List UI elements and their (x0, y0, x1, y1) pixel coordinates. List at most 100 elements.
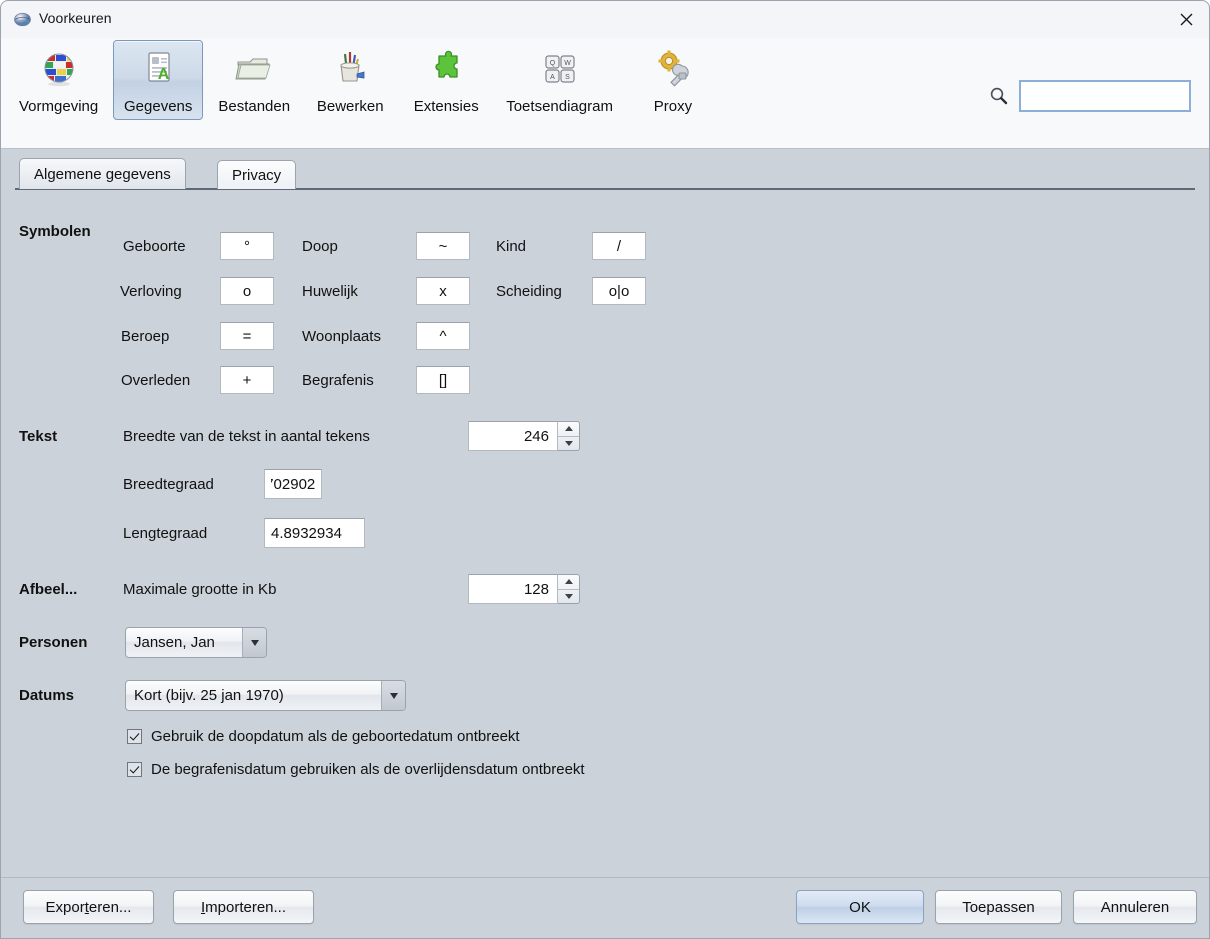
toolbar-item-proxy[interactable]: Proxy (628, 40, 718, 120)
section-label-tekst: Tekst (19, 428, 58, 445)
cancel-button-label: Annuleren (1100, 898, 1170, 916)
close-icon[interactable] (1163, 1, 1209, 37)
export-button-label: Exporteren... (45, 898, 132, 916)
toolbar-item-bestanden[interactable]: Bestanden (209, 40, 299, 120)
label-lengtegraad: Lengtegraad (123, 525, 208, 542)
gear-wrench-icon (651, 47, 695, 91)
toolbar-item-label: Vormgeving (19, 98, 99, 115)
spinner-up-icon[interactable] (558, 422, 579, 437)
label-scheiding: Scheiding (496, 283, 562, 300)
section-label-datums: Datums (19, 687, 75, 704)
export-button[interactable]: Exporteren... (23, 890, 154, 924)
toolbar-item-label: Proxy (653, 98, 693, 115)
tab-algemene-gegevens[interactable]: Algemene gegevens (19, 158, 186, 189)
dropdown-datums[interactable]: Kort (bijv. 25 jan 1970) (125, 680, 406, 711)
spinner-down-icon[interactable] (558, 590, 579, 604)
field-lengtegraad[interactable] (264, 518, 365, 548)
field-verloving[interactable] (220, 277, 274, 305)
toolbar-item-label: Toetsendiagram (506, 98, 613, 115)
toolbar-item-label: Gegevens (124, 98, 193, 115)
checkbox-icon[interactable] (127, 729, 142, 744)
field-huwelijk[interactable] (416, 277, 470, 305)
dropdown-personen-value: Jansen, Jan (134, 634, 215, 651)
pencil-cup-icon (328, 47, 372, 91)
section-label-personen: Personen (19, 634, 88, 651)
chevron-down-icon[interactable] (242, 628, 266, 657)
field-beroep[interactable] (220, 322, 274, 350)
flags-globe-icon (37, 47, 81, 91)
label-breedte-tekst: Breedte van de tekst in aantal tekens (123, 428, 370, 445)
toolbar: Vormgeving A Gegevens Bestanden Bewerken… (1, 38, 1209, 149)
toolbar-item-label: Bestanden (218, 98, 291, 115)
search-icon[interactable] (989, 86, 1009, 106)
cancel-button[interactable]: Annuleren (1073, 890, 1197, 924)
toolbar-item-vormgeving[interactable]: Vormgeving (10, 40, 107, 120)
field-geboorte[interactable] (220, 232, 274, 260)
apply-button[interactable]: Toepassen (935, 890, 1062, 924)
label-huwelijk: Huwelijk (302, 283, 358, 300)
spinner-up-icon[interactable] (558, 575, 579, 590)
dropdown-personen[interactable]: Jansen, Jan (125, 627, 267, 658)
label-verloving: Verloving (120, 283, 182, 300)
section-label-afbeeldingen: Afbeel... (19, 581, 78, 598)
globe-icon (14, 11, 31, 28)
toolbar-item-bewerken[interactable]: Bewerken (305, 40, 395, 120)
field-woonplaats[interactable] (416, 322, 470, 350)
field-breedte-tekst[interactable] (468, 421, 558, 451)
toolbar-item-label: Extensies (413, 98, 479, 115)
label-kind: Kind (496, 238, 527, 255)
chevron-down-icon[interactable] (381, 681, 405, 710)
field-begrafenis[interactable] (416, 366, 470, 394)
titlebar: Voorkeuren (1, 1, 1209, 39)
field-overleden[interactable] (220, 366, 274, 394)
checkbox-label: Gebruik de doopdatum als de geboortedatu… (151, 728, 520, 745)
toolbar-item-gegevens[interactable]: A Gegevens (113, 40, 204, 120)
spinner-breedte-tekst[interactable] (558, 421, 580, 451)
svg-text:S: S (565, 74, 570, 81)
field-doop[interactable] (416, 232, 470, 260)
checkbox-doopdatum[interactable]: Gebruik de doopdatum als de geboortedatu… (127, 728, 520, 745)
apply-button-label: Toepassen (962, 898, 1035, 916)
checkbox-begrafenisdatum[interactable]: De begrafenisdatum gebruiken als de over… (127, 761, 585, 778)
spinner-down-icon[interactable] (558, 437, 579, 451)
toolbar-item-extensies[interactable]: Extensies (401, 40, 491, 120)
field-max-grootte[interactable] (468, 574, 558, 604)
svg-text:W: W (564, 60, 571, 67)
label-breedtegraad: Breedtegraad (123, 476, 214, 493)
label-woonplaats: Woonplaats (302, 328, 381, 345)
tab-label: Algemene gegevens (34, 165, 171, 183)
keyboard-keys-icon: Q W A S (538, 47, 582, 91)
tabstrip: Algemene gegevens Privacy (1, 158, 1209, 189)
field-scheiding[interactable] (592, 277, 646, 305)
document-a-icon: A (136, 47, 180, 91)
field-kind[interactable] (592, 232, 646, 260)
toolbar-item-label: Bewerken (316, 98, 384, 115)
import-button-label: Importeren... (200, 898, 287, 916)
toolbar-item-toetsendiagram[interactable]: Q W A S Toetsendiagram (497, 40, 622, 120)
settings-panel: Symbolen Geboorte Doop Kind Verloving Hu… (1, 190, 1209, 878)
svg-text:Q: Q (549, 60, 555, 67)
search-area (989, 80, 1191, 112)
label-beroep: Beroep (121, 328, 170, 345)
tab-privacy[interactable]: Privacy (217, 160, 297, 189)
label-geboorte: Geboorte (123, 238, 186, 255)
ok-button[interactable]: OK (796, 890, 924, 924)
checkbox-icon[interactable] (127, 762, 142, 777)
ok-button-label: OK (849, 898, 871, 916)
preferences-window: Voorkeuren Vormgeving A Gegevens Bestand… (0, 0, 1210, 939)
field-breedtegraad[interactable] (264, 469, 322, 499)
svg-text:A: A (158, 66, 170, 83)
label-overleden: Overleden (121, 372, 191, 389)
tab-label: Privacy (232, 166, 282, 184)
import-button[interactable]: Importeren... (173, 890, 314, 924)
label-begrafenis: Begrafenis (302, 372, 374, 389)
spinner-max-grootte[interactable] (558, 574, 580, 604)
label-max-grootte: Maximale grootte in Kb (123, 581, 277, 598)
search-input[interactable] (1019, 80, 1191, 112)
dropdown-datums-value: Kort (bijv. 25 jan 1970) (134, 687, 284, 704)
tab-underline (15, 188, 1195, 190)
section-label-symbolen: Symbolen (19, 223, 91, 240)
toolbar-items: Vormgeving A Gegevens Bestanden Bewerken… (7, 40, 721, 120)
folder-icon (232, 47, 276, 91)
label-doop: Doop (302, 238, 338, 255)
